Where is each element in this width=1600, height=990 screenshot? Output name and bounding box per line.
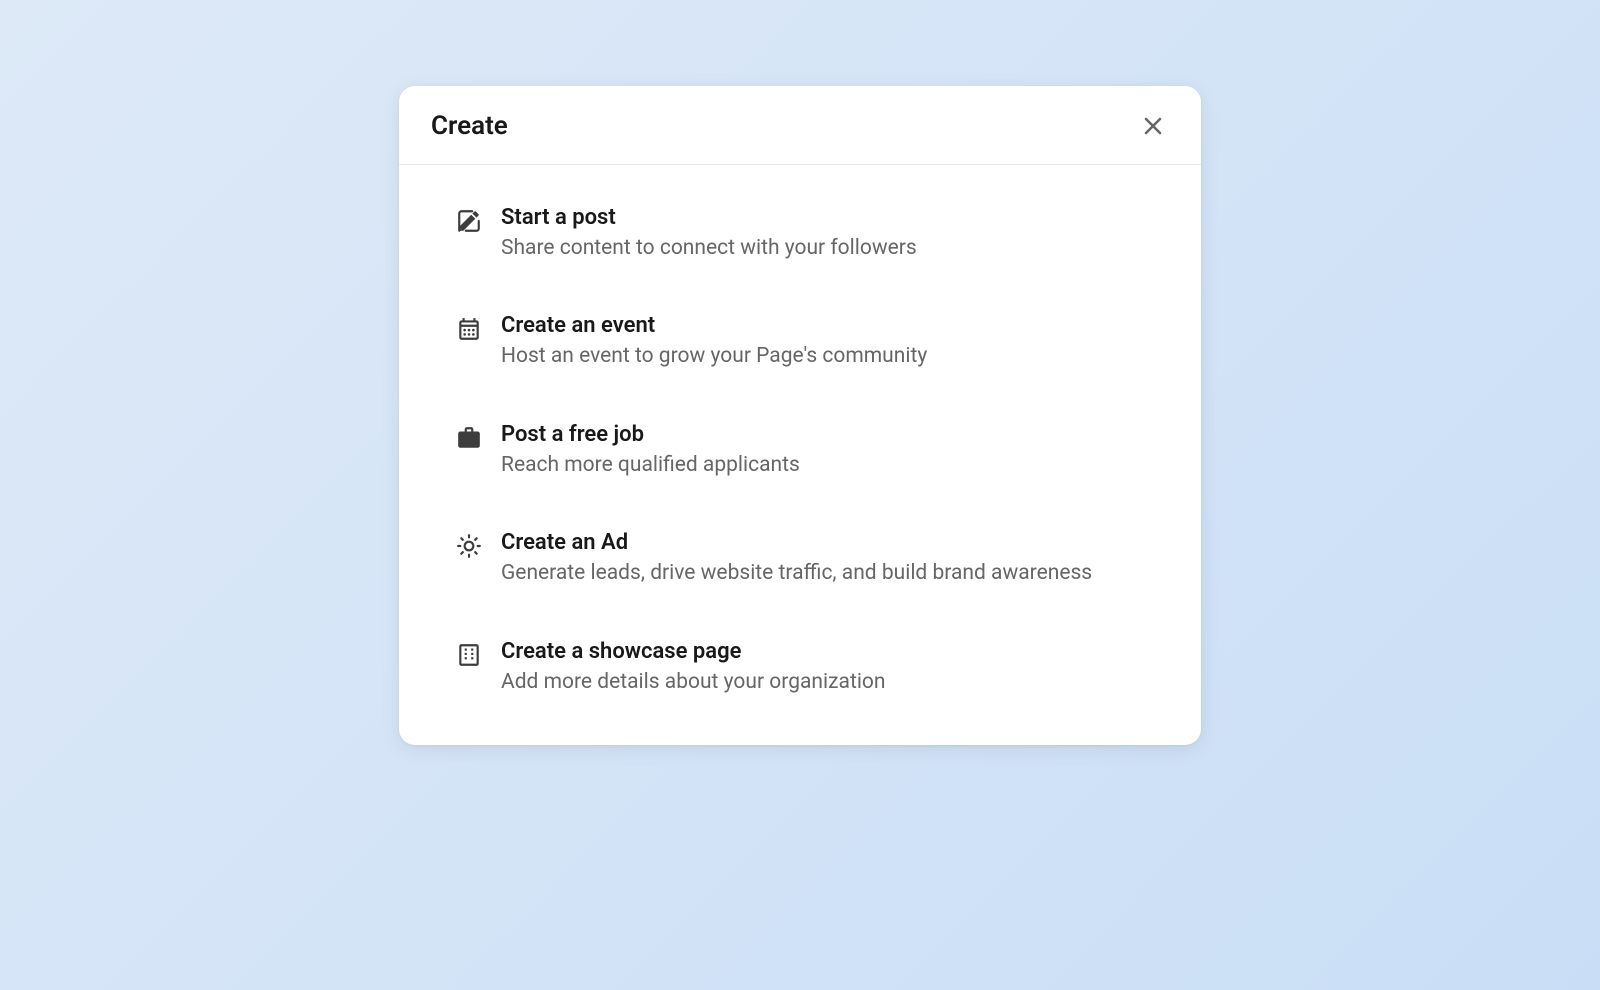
option-description: Host an event to grow your Page's commun… <box>501 342 1145 371</box>
option-create-showcase[interactable]: Create a showcase page Add more details … <box>455 639 1145 697</box>
close-icon <box>1141 114 1165 138</box>
option-description: Share content to connect with your follo… <box>501 234 1145 263</box>
option-text: Create an Ad Generate leads, drive websi… <box>501 530 1145 588</box>
option-create-ad[interactable]: Create an Ad Generate leads, drive websi… <box>455 530 1145 588</box>
lightbulb-icon <box>455 532 483 560</box>
modal-title: Create <box>431 111 508 141</box>
option-title: Start a post <box>501 205 1145 230</box>
close-button[interactable] <box>1137 110 1169 142</box>
option-description: Reach more qualified applicants <box>501 451 1145 480</box>
option-create-event[interactable]: Create an event Host an event to grow yo… <box>455 313 1145 371</box>
option-text: Create an event Host an event to grow yo… <box>501 313 1145 371</box>
modal-body: Start a post Share content to connect wi… <box>399 165 1201 745</box>
option-title: Create an Ad <box>501 530 1145 555</box>
option-description: Generate leads, drive website traffic, a… <box>501 559 1145 588</box>
option-description: Add more details about your organization <box>501 668 1145 697</box>
option-start-post[interactable]: Start a post Share content to connect wi… <box>455 205 1145 263</box>
option-text: Create a showcase page Add more details … <box>501 639 1145 697</box>
building-icon <box>455 641 483 669</box>
option-title: Post a free job <box>501 422 1145 447</box>
create-modal: Create Start a post Share content to con… <box>399 86 1201 745</box>
calendar-icon <box>455 315 483 343</box>
edit-icon <box>455 207 483 235</box>
option-post-job[interactable]: Post a free job Reach more qualified app… <box>455 422 1145 480</box>
briefcase-icon <box>455 424 483 452</box>
option-title: Create an event <box>501 313 1145 338</box>
option-text: Post a free job Reach more qualified app… <box>501 422 1145 480</box>
option-title: Create a showcase page <box>501 639 1145 664</box>
option-text: Start a post Share content to connect wi… <box>501 205 1145 263</box>
modal-header: Create <box>399 86 1201 165</box>
